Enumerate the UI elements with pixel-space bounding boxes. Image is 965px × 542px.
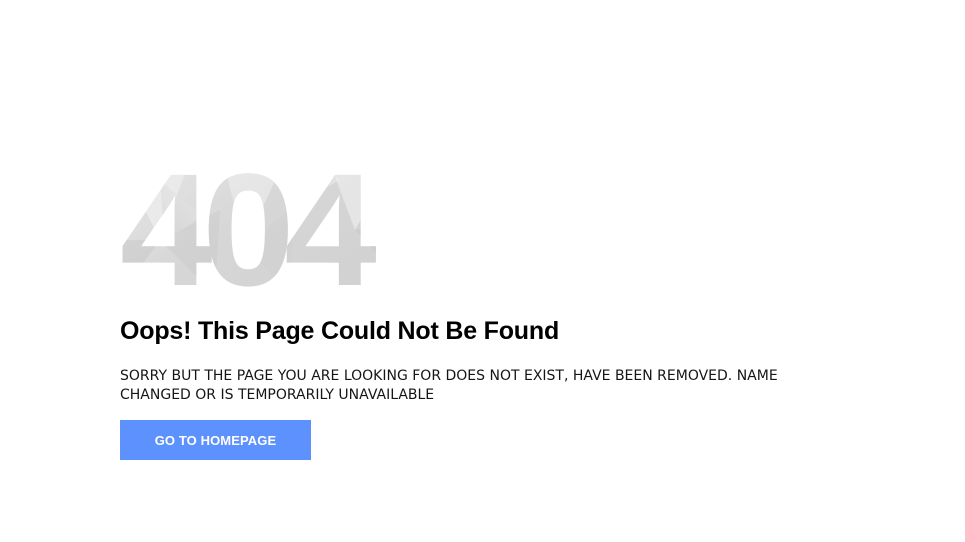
- page-title: Oops! This Page Could Not Be Found: [120, 317, 560, 345]
- error-code-404-graphic: 404 404: [120, 150, 440, 295]
- error-code-404-svg: 404 404: [120, 150, 386, 295]
- error-message: SORRY BUT THE PAGE YOU ARE LOOKING FOR D…: [120, 368, 778, 403]
- go-to-homepage-button[interactable]: GO TO HOMEPAGE: [120, 420, 311, 460]
